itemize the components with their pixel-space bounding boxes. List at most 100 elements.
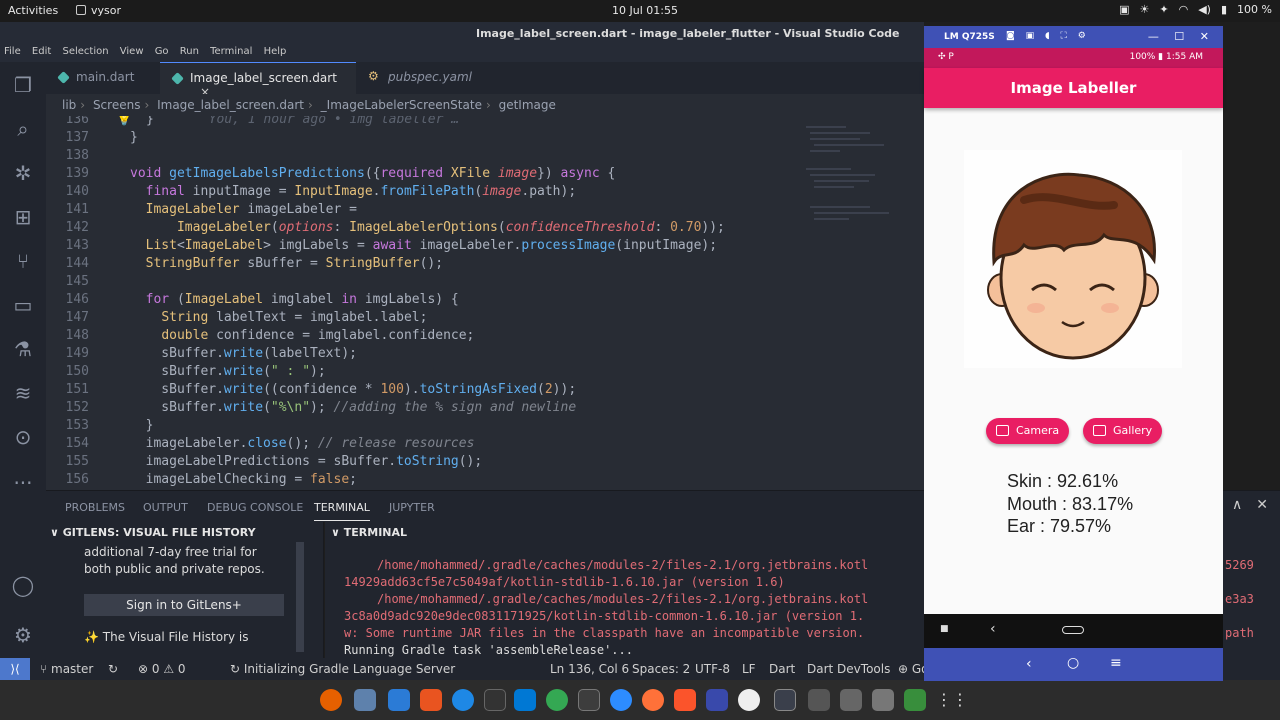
- code-line: 149 sBuffer.write(labelText);: [65, 346, 357, 361]
- cursor-position[interactable]: Ln 136, Col 6: [550, 662, 629, 676]
- vysor-dock-icon[interactable]: [774, 689, 796, 711]
- drive-icon[interactable]: [808, 689, 830, 711]
- code-line: 148 double confidence = imglabel.confide…: [65, 328, 475, 343]
- explorer-icon[interactable]: ❐: [10, 72, 36, 98]
- help-icon[interactable]: [452, 689, 474, 711]
- usb-icon[interactable]: [840, 689, 862, 711]
- tab-label: pubspec.yaml: [388, 70, 472, 84]
- gitlens-header[interactable]: ∨ GITLENS: VISUAL FILE HISTORY: [50, 526, 256, 539]
- problems-status[interactable]: ⊗ 0 ⚠ 0: [138, 662, 186, 676]
- breadcrumb-screens[interactable]: Screens: [93, 98, 141, 112]
- breadcrumb-lib[interactable]: lib: [62, 98, 76, 112]
- firefox-icon[interactable]: [320, 689, 342, 711]
- vysor-app-icon: [76, 5, 86, 15]
- breadcrumb-file[interactable]: Image_label_screen.dart: [157, 98, 304, 112]
- software-center-icon[interactable]: [420, 689, 442, 711]
- indentation[interactable]: Spaces: 2: [632, 662, 690, 676]
- dart-devtools[interactable]: Dart DevTools: [807, 662, 890, 676]
- code-line: 152 sBuffer.write("%\n"); //adding the %…: [65, 400, 577, 415]
- gallery-button[interactable]: Gallery: [1083, 418, 1163, 444]
- docker-icon[interactable]: ≋: [10, 380, 36, 406]
- back-icon[interactable]: ‹: [990, 621, 996, 637]
- maximize-panel-icon[interactable]: ∧: [1232, 497, 1242, 513]
- home-pill-icon[interactable]: [1062, 626, 1084, 634]
- source-control-icon[interactable]: ⑂: [10, 248, 36, 274]
- menu-terminal[interactable]: Terminal: [210, 46, 252, 57]
- menu-go[interactable]: Go: [155, 46, 169, 57]
- notification-icons: ✣ P: [938, 52, 954, 62]
- breadcrumb-method[interactable]: getImage: [499, 98, 556, 112]
- trash-icon[interactable]: [904, 689, 926, 711]
- sync-icon[interactable]: ↻: [108, 662, 118, 676]
- disk-icon[interactable]: [872, 689, 894, 711]
- close-panel-icon[interactable]: ✕: [1256, 497, 1268, 513]
- tab-main-dart[interactable]: main.dart: [46, 62, 158, 94]
- android-studio-icon[interactable]: [706, 689, 728, 711]
- more-icon[interactable]: ···: [10, 470, 36, 496]
- screenshot-icon[interactable]: [578, 689, 600, 711]
- menu-view[interactable]: View: [120, 46, 144, 57]
- postman-icon[interactable]: [642, 689, 664, 711]
- zoom-icon[interactable]: [610, 689, 632, 711]
- account-icon[interactable]: ◯: [10, 572, 36, 598]
- code-line: 139 void getImageLabelsPredictions({requi…: [65, 166, 616, 181]
- tab-output[interactable]: OUTPUT: [143, 501, 188, 514]
- search-icon[interactable]: ⌕: [10, 116, 36, 142]
- minimap[interactable]: [806, 116, 906, 490]
- clock[interactable]: 10 Jul 01:55: [612, 4, 678, 17]
- vysor-home-icon[interactable]: ○: [1067, 655, 1079, 671]
- activities-button[interactable]: Activities: [8, 4, 58, 17]
- vysor-back-icon[interactable]: ‹: [1026, 656, 1032, 672]
- menu-bar: File Edit Selection View Go Run Terminal…: [0, 46, 924, 62]
- breadcrumb-class[interactable]: _ImageLabelerScreenState: [321, 98, 482, 112]
- menu-edit[interactable]: Edit: [32, 46, 51, 57]
- gitlens-signin-button[interactable]: Sign in to GitLens+: [84, 594, 284, 616]
- tab-debug-console[interactable]: DEBUG CONSOLE: [207, 501, 303, 514]
- gitlens-panel: ∨ GITLENS: VISUAL FILE HISTORY additiona…: [46, 522, 324, 658]
- system-tray[interactable]: ▣ ☀ ✦ ◠ ◀) ▮ 100 %: [1119, 3, 1272, 16]
- wifi-icon: ◠: [1178, 3, 1189, 16]
- menu-selection[interactable]: Selection: [62, 46, 108, 57]
- app-menu[interactable]: vysor: [76, 4, 121, 17]
- show-apps-icon[interactable]: ⋮⋮: [936, 689, 968, 711]
- android-status-bar: ✣ P 100% ▮ 1:55 AM: [924, 48, 1223, 68]
- debug-icon[interactable]: ✲: [10, 160, 36, 186]
- gitlens-icon[interactable]: ⊙: [10, 424, 36, 450]
- settings-gear-icon[interactable]: ⚙: [10, 622, 36, 648]
- text-editor-icon[interactable]: [388, 689, 410, 711]
- window-buttons[interactable]: — ☐ ✕: [1148, 30, 1215, 43]
- tab-jupyter[interactable]: JUPYTER: [389, 501, 435, 514]
- extensions-icon[interactable]: ⊞: [10, 204, 36, 230]
- code-editor[interactable]: 136} You, 1 hour ago • img labeller … 💡 1…: [46, 116, 924, 490]
- writer-icon[interactable]: [738, 689, 760, 711]
- tab-problems[interactable]: PROBLEMS: [65, 501, 125, 514]
- tab-pubspec[interactable]: ⚙ pubspec.yaml: [358, 62, 484, 94]
- recents-icon[interactable]: ■: [940, 624, 949, 634]
- testing-icon[interactable]: ⚗: [10, 336, 36, 362]
- terminal-header[interactable]: ∨ TERMINAL: [331, 526, 407, 539]
- menu-run[interactable]: Run: [180, 46, 199, 57]
- eol[interactable]: LF: [742, 662, 756, 676]
- code-line: 142 ImageLabeler(options: ImageLabelerOp…: [65, 220, 725, 235]
- vysor-controls[interactable]: ◙ ▣ ◖ ⛶ ⚙: [1006, 31, 1090, 41]
- camera-button[interactable]: Camera: [986, 418, 1070, 444]
- language-mode[interactable]: Dart: [769, 662, 795, 676]
- menu-help[interactable]: Help: [264, 46, 287, 57]
- files-icon[interactable]: [354, 689, 376, 711]
- tab-terminal[interactable]: TERMINAL: [314, 501, 370, 521]
- remote-explorer-icon[interactable]: ▭: [10, 292, 36, 318]
- code-line: 155 imageLabelPredictions = sBuffer.toSt…: [65, 454, 483, 469]
- tab-image-label-screen[interactable]: Image_label_screen.dart ×: [160, 62, 356, 99]
- battery-icon: ▮: [1220, 3, 1228, 16]
- branch-status[interactable]: ⑂ master: [40, 662, 93, 676]
- scrollbar[interactable]: [296, 542, 304, 652]
- vscode-icon[interactable]: [514, 689, 536, 711]
- encoding[interactable]: UTF-8: [695, 662, 730, 676]
- menu-file[interactable]: File: [4, 46, 21, 57]
- remote-icon[interactable]: ⟩⟨: [0, 658, 30, 680]
- brave-icon[interactable]: [674, 689, 696, 711]
- lightbulb-icon[interactable]: 💡: [116, 116, 132, 129]
- terminal-icon[interactable]: [484, 689, 506, 711]
- chrome-icon[interactable]: [546, 689, 568, 711]
- vysor-menu-icon[interactable]: ≡: [1110, 655, 1122, 671]
